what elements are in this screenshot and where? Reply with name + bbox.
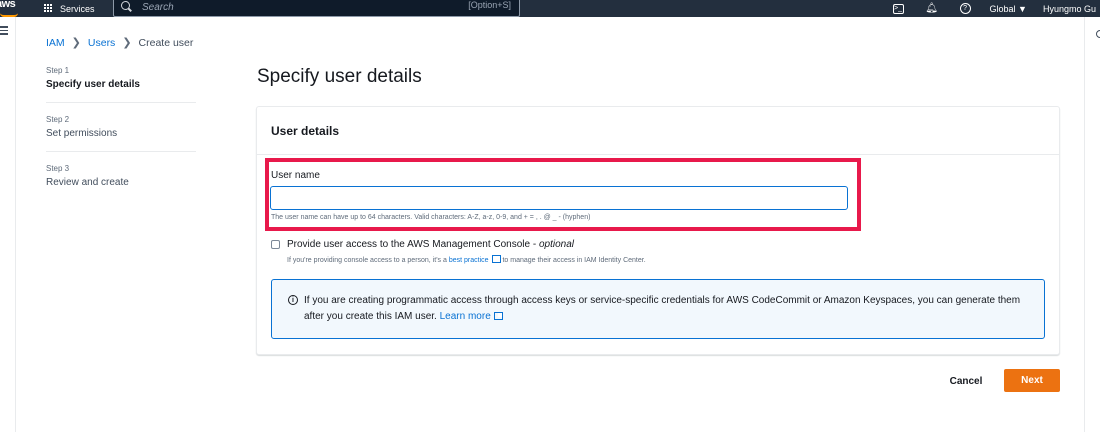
info-icon: i: [288, 295, 298, 305]
region-selector[interactable]: Global ▼: [990, 4, 1027, 14]
container-title: User details: [271, 123, 340, 138]
console-access-checkbox[interactable]: [271, 240, 280, 249]
description-text-after: to manage their access in IAM Identity C…: [500, 257, 646, 264]
step-1[interactable]: Step 1 Specify user details: [46, 66, 196, 103]
console-access-label-text: Provide user access to the AWS Managemen…: [287, 239, 539, 250]
account-menu[interactable]: Hyungmo Gu: [1043, 4, 1096, 14]
best-practice-link[interactable]: best practice: [449, 257, 489, 264]
right-rail-divider: [1084, 17, 1085, 432]
help-icon[interactable]: ?: [959, 3, 971, 14]
page-title: Specify user details: [257, 66, 422, 87]
step-label: Set permissions: [46, 128, 118, 139]
hamburger-menu-icon[interactable]: [0, 26, 8, 37]
breadcrumb-current: Create user: [138, 36, 194, 49]
external-link-icon: [493, 312, 503, 320]
breadcrumb: IAM ❯ Users ❯ Create user: [46, 36, 194, 50]
grid-icon: [44, 4, 54, 13]
search-icon: [120, 1, 132, 13]
cloudshell-icon[interactable]: >_: [892, 3, 904, 14]
container-header: User details: [257, 107, 1059, 155]
step-number: Step 1: [46, 66, 70, 75]
step-label: Review and create: [46, 177, 129, 188]
nav-right-group: >_ 🔔︎ ? Global ▼ Hyungmo Gu: [882, 0, 1100, 17]
breadcrumb-iam-link[interactable]: IAM: [46, 37, 65, 49]
chevron-right-icon: ❯: [122, 37, 132, 49]
help-panel-icon[interactable]: [1096, 30, 1100, 38]
step-number: Step 3: [46, 164, 70, 173]
search-box[interactable]: [Option+S]: [113, 0, 520, 17]
alert-message: If you are creating programmatic access …: [304, 295, 1021, 322]
alert-text: If you are creating programmatic access …: [304, 293, 1024, 325]
left-rail-divider: [15, 17, 16, 432]
username-hint: The user name can have up to 64 characte…: [271, 214, 591, 221]
chevron-right-icon: ❯: [71, 37, 81, 49]
breadcrumb-users-link[interactable]: Users: [88, 37, 115, 49]
search-shortcut: [Option+S]: [468, 0, 511, 10]
step-3: Step 3 Review and create: [46, 164, 196, 200]
step-number: Step 2: [46, 115, 70, 124]
step-label: Specify user details: [46, 79, 140, 90]
services-menu-button[interactable]: Services: [44, 0, 95, 17]
console-access-description: If you're providing console access to a …: [287, 255, 646, 264]
optional-label: optional: [538, 239, 575, 250]
wizard-steps: Step 1 Specify user details Step 2 Set p…: [46, 66, 196, 212]
external-link-icon: [491, 255, 501, 263]
top-navigation: aws Services [Option+S] >_ 🔔︎ ? Global ▼…: [0, 0, 1100, 17]
bell-icon[interactable]: 🔔︎: [925, 3, 938, 15]
learn-more-link[interactable]: Learn more: [440, 311, 491, 322]
username-input[interactable]: [270, 186, 848, 210]
next-button[interactable]: Next: [1004, 369, 1060, 392]
services-label: Services: [60, 3, 95, 14]
info-alert: i If you are creating programmatic acces…: [271, 279, 1045, 339]
search-input[interactable]: [142, 1, 412, 13]
username-label: User name: [271, 170, 320, 181]
cancel-button[interactable]: Cancel: [932, 370, 1000, 392]
description-text: If you're providing console access to a …: [287, 257, 449, 264]
aws-logo[interactable]: aws: [0, 0, 16, 10]
step-2: Step 2 Set permissions: [46, 115, 196, 152]
console-access-label[interactable]: Provide user access to the AWS Managemen…: [287, 239, 574, 250]
